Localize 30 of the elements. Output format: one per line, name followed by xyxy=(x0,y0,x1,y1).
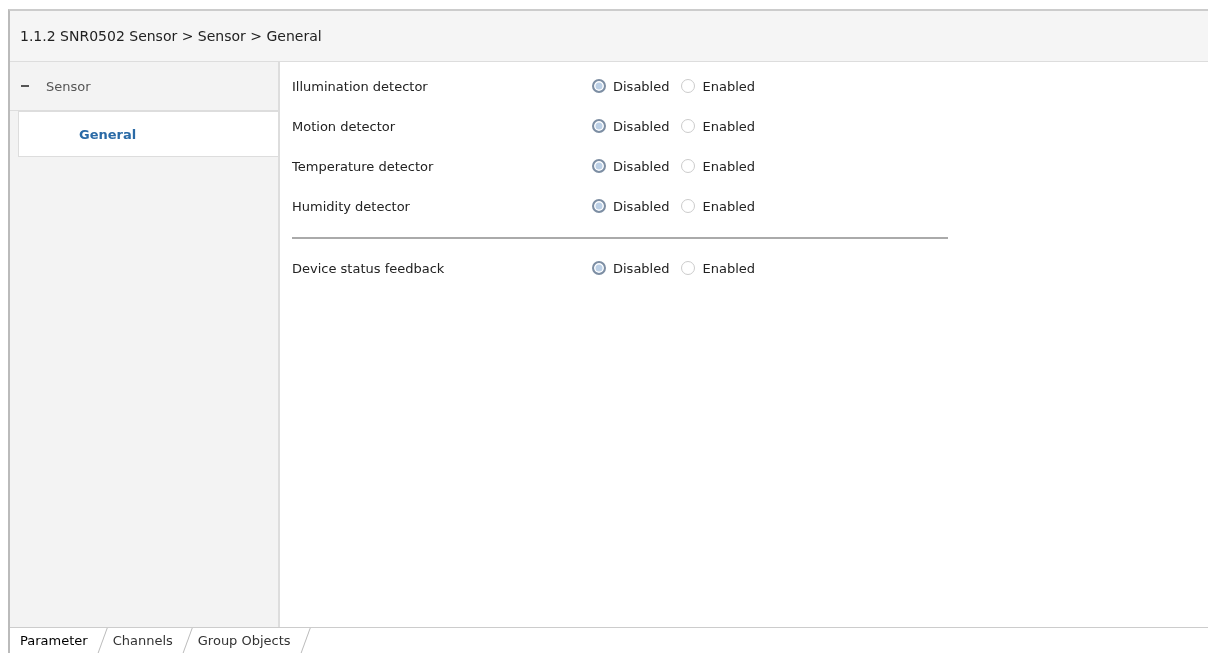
radio-option[interactable]: Disabled xyxy=(592,78,670,94)
radio-button[interactable] xyxy=(681,119,696,133)
radio-option[interactable]: Disabled xyxy=(592,198,670,214)
radio-button[interactable] xyxy=(681,261,696,275)
window-title: 1.1.2 SNR0502 Sensor > Sensor > General xyxy=(20,28,322,44)
radio-button[interactable] xyxy=(681,199,696,213)
radio-button[interactable] xyxy=(681,79,696,93)
parameter-label: Temperature detector xyxy=(292,158,435,174)
radio-option[interactable]: Disabled xyxy=(592,260,670,276)
radio-option[interactable]: Enabled xyxy=(681,118,756,134)
radio-option[interactable]: Enabled xyxy=(681,260,756,276)
radio-button[interactable] xyxy=(592,79,606,93)
parameter-label: Illumination detector xyxy=(292,78,429,94)
tree-item[interactable]: General xyxy=(18,111,278,157)
parameter-label: Device status feedback xyxy=(292,260,446,276)
radio-option[interactable]: Disabled xyxy=(592,158,670,174)
tab[interactable]: Channels xyxy=(102,628,187,653)
radio-button[interactable] xyxy=(592,119,606,133)
radio-option[interactable]: Enabled xyxy=(681,198,756,214)
tab[interactable]: Parameter xyxy=(10,628,102,653)
radio-option[interactable]: Disabled xyxy=(592,118,670,134)
parameter-label: Motion detector xyxy=(292,118,397,134)
radio-option[interactable]: Enabled xyxy=(681,158,756,174)
radio-button[interactable] xyxy=(681,159,696,173)
tab[interactable]: Group Objects xyxy=(187,628,305,653)
parameter-label: Humidity detector xyxy=(292,198,411,214)
radio-button[interactable] xyxy=(592,261,606,275)
radio-button[interactable] xyxy=(592,159,606,173)
radio-button[interactable] xyxy=(592,199,606,213)
radio-option[interactable]: Enabled xyxy=(681,78,756,94)
